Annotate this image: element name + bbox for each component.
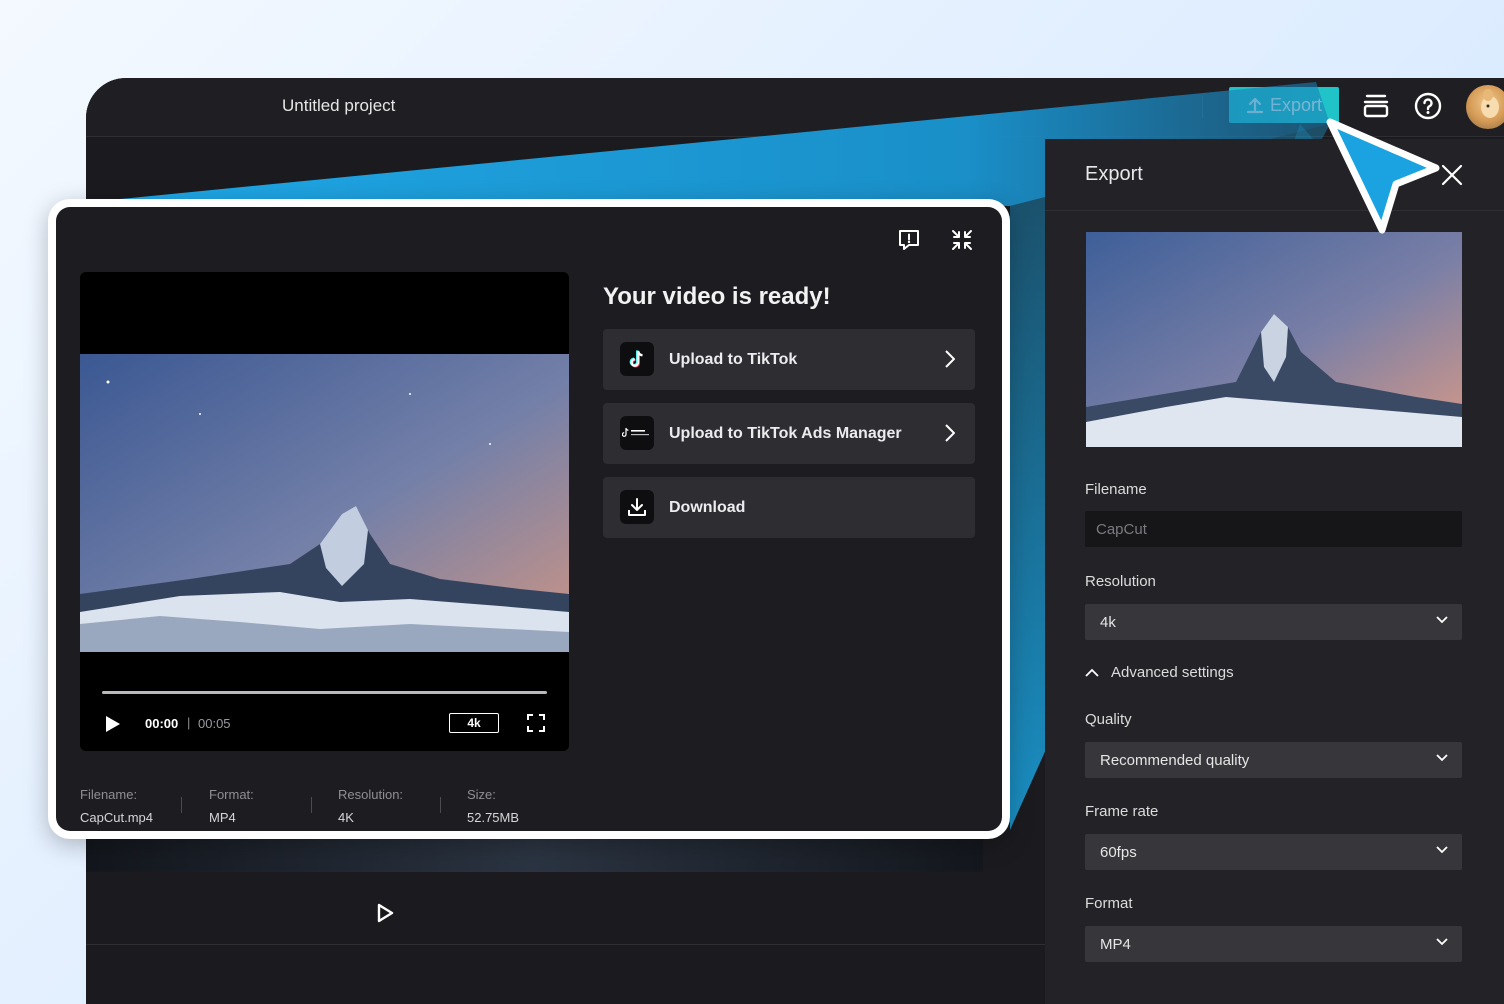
video-ready-title: Your video is ready!: [603, 283, 831, 310]
collapse-icon[interactable]: [950, 228, 974, 252]
chevron-up-icon: [1085, 668, 1099, 677]
top-bar: Untitled project Export: [86, 78, 1504, 137]
video-thumbnail: [1086, 232, 1462, 447]
tiktok-icon: [620, 342, 654, 376]
meta-format: Format: MP4: [209, 787, 254, 825]
quality-value: Recommended quality: [1100, 751, 1250, 769]
timeline-divider: [86, 944, 1046, 945]
filename-input[interactable]: CapCut: [1085, 511, 1462, 547]
export-panel: Export Filename CapCut Resolution 4k Adv…: [1045, 139, 1504, 1004]
filename-label: Filename: [1085, 481, 1147, 498]
download-icon: [620, 490, 654, 524]
video-ready-modal: 00:00 | 00:05 4k Filename: CapCut.mp4 Fo…: [48, 199, 1010, 839]
meta-filename: Filename: CapCut.mp4: [80, 787, 153, 825]
upload-icon: [1246, 97, 1264, 114]
upload-tiktok-ads-label: Upload to TikTok Ads Manager: [669, 425, 902, 442]
meta-size-value: 52.75MB: [467, 810, 520, 825]
toolbar-divider: [1202, 96, 1203, 118]
play-icon[interactable]: [105, 715, 121, 733]
current-time: 00:00: [145, 716, 179, 731]
advanced-settings-label: Advanced settings: [1111, 664, 1234, 681]
chevron-down-icon: [1436, 754, 1448, 762]
framerate-value: 60fps: [1100, 843, 1137, 861]
meta-size-label: Size:: [467, 787, 496, 802]
chevron-right-icon: [945, 350, 955, 368]
meta-resolution: Resolution: 4K: [338, 787, 403, 825]
chevron-down-icon: [1436, 616, 1448, 624]
meta-filename-value: CapCut.mp4: [80, 810, 153, 825]
fullscreen-icon[interactable]: [527, 714, 545, 732]
play-icon[interactable]: [374, 902, 396, 924]
progress-bar[interactable]: [102, 691, 547, 694]
resolution-select[interactable]: 4k: [1085, 604, 1462, 640]
download-label: Download: [669, 499, 746, 516]
time-separator: |: [187, 715, 191, 730]
chevron-right-icon: [945, 424, 955, 442]
cursor-arrow-icon: [1326, 118, 1440, 234]
meta-size: Size: 52.75MB: [467, 787, 519, 825]
meta-divider: [181, 797, 182, 813]
upload-tiktok-label: Upload to TikTok: [669, 351, 798, 368]
chevron-down-icon: [1436, 846, 1448, 854]
download-button[interactable]: Download: [603, 477, 975, 538]
framerate-label: Frame rate: [1085, 803, 1159, 820]
quality-select[interactable]: Recommended quality: [1085, 742, 1462, 778]
quality-label: Quality: [1085, 711, 1132, 728]
upload-tiktok-ads-button[interactable]: Upload to TikTok Ads Manager: [603, 403, 975, 464]
meta-format-label: Format:: [209, 787, 254, 802]
avatar-image: [1481, 89, 1499, 118]
tiktok-for-business-icon: [620, 416, 654, 450]
format-label: Format: [1085, 895, 1133, 912]
meta-filename-label: Filename:: [80, 787, 138, 802]
avatar[interactable]: [1466, 85, 1504, 129]
feedback-icon[interactable]: [897, 228, 921, 252]
framerate-select[interactable]: 60fps: [1085, 834, 1462, 870]
modal-body: 00:00 | 00:05 4k Filename: CapCut.mp4 Fo…: [56, 207, 1002, 831]
chevron-down-icon: [1436, 938, 1448, 946]
export-panel-title: Export: [1085, 163, 1143, 185]
advanced-settings-toggle[interactable]: Advanced settings: [1085, 664, 1234, 681]
canvas-preview-strip: [86, 838, 983, 872]
total-time: 00:05: [198, 716, 231, 731]
meta-divider: [440, 797, 441, 813]
video-frame[interactable]: [80, 354, 569, 652]
resolution-label: Resolution: [1085, 573, 1156, 590]
format-value: MP4: [1100, 935, 1131, 953]
video-player: 00:00 | 00:05 4k: [80, 272, 569, 751]
meta-resolution-value: 4K: [338, 810, 354, 825]
format-select[interactable]: MP4: [1085, 926, 1462, 962]
export-button-label: Export: [1269, 94, 1323, 115]
meta-divider: [311, 797, 312, 813]
project-title[interactable]: Untitled project: [282, 96, 395, 116]
resolution-value: 4k: [1100, 613, 1116, 631]
meta-resolution-label: Resolution:: [338, 787, 404, 802]
upload-tiktok-button[interactable]: Upload to TikTok: [603, 329, 975, 390]
meta-format-value: MP4: [209, 810, 236, 825]
resolution-badge[interactable]: 4k: [449, 713, 499, 733]
